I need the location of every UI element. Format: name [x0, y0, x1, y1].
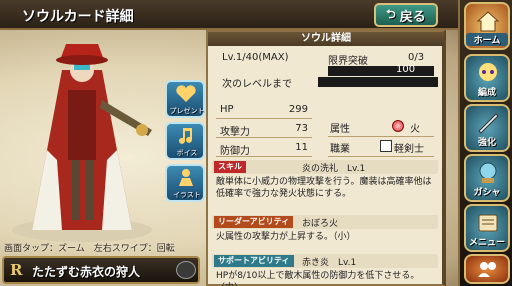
soul-detail-panel: ソウル詳細 Lv.1/40(MAX) 限界突破 0/3 100 次のレベルまで … — [206, 30, 446, 286]
nav-menu[interactable]: メニュー — [464, 204, 510, 252]
card-name-bar: R たたずむ赤衣の狩人 — [2, 256, 200, 284]
character-face-icon — [479, 63, 497, 81]
support-header: サポートアビリティ 赤き炎 Lv.1 — [212, 254, 438, 268]
defense-value: 11 — [295, 142, 308, 153]
top-bar: ソウルカード詳細 ⮌ 戻る — [0, 0, 460, 30]
exp-bar — [318, 77, 438, 87]
support-tag: サポートアビリティ — [214, 255, 294, 267]
defense-label: 防御力 — [220, 146, 250, 157]
voice-button[interactable]: ボイス — [165, 122, 205, 160]
nav-enhance-label: 強化 — [477, 138, 496, 148]
attack-value: 73 — [295, 123, 308, 134]
defense-row: 防御力 11 — [216, 140, 312, 157]
music-note-icon — [179, 128, 192, 144]
limit-break-number: 100 — [396, 64, 416, 75]
skill-tag: スキル — [214, 161, 246, 173]
present-label: プレゼント — [169, 107, 205, 115]
support-ability-section: サポートアビリティ 赤き炎 Lv.1 HPが8/10以上で敵木属性の防御力を低下… — [212, 254, 438, 286]
attack-row: 攻撃力 73 — [216, 121, 312, 138]
skill-section: スキル 炎の洗礼 Lv.1 敵単体に小威力の物理攻撃を行う。魔装は高確率他は低確… — [212, 160, 438, 214]
lock-icon[interactable] — [176, 261, 196, 279]
divider — [216, 137, 312, 138]
nav-gacha-label: ガシャ — [473, 188, 501, 198]
soul-card-detail-screen: ソウルカード詳細 ⮌ 戻る 画面タップ：ズーム 左右スワイプ：回転 R たたずむ… — [0, 0, 512, 286]
character-illustration[interactable] — [2, 30, 162, 242]
nav-menu-label: メニュー — [468, 238, 505, 248]
fire-attribute-icon — [392, 120, 404, 132]
card-name: たたずむ赤衣の狩人 — [32, 265, 141, 279]
job-value: 軽剣士 — [394, 144, 424, 155]
skill-name: 炎の洗礼 Lv.1 — [302, 164, 366, 174]
right-nav: ホーム 編成 強化 ガシャ メニュー — [458, 0, 512, 286]
crystal-ball-icon — [479, 162, 497, 183]
attack-label: 攻撃力 — [220, 127, 250, 138]
attribute-label: 属性 — [330, 124, 350, 135]
divider — [328, 136, 434, 137]
nav-gacha[interactable]: ガシャ — [464, 154, 510, 202]
next-level-label: 次のレベルまで — [222, 79, 292, 90]
leader-header: リーダーアビリティ おぼろ火 — [212, 215, 438, 229]
support-description: HPが8/10以上で敵木属性の防御力を低下させる。（中） — [216, 271, 420, 286]
stats-block: Lv.1/40(MAX) 限界突破 0/3 100 次のレベルまで HP 299… — [212, 48, 438, 172]
leader-ability-section: リーダーアビリティ おぼろ火 火属性の攻撃力が上昇する。（小） — [212, 215, 438, 253]
hp-row: HP 299 — [216, 102, 312, 118]
skill-header: スキル 炎の洗礼 Lv.1 — [212, 160, 438, 174]
hp-value: 299 — [288, 104, 308, 115]
illustration-button[interactable]: イラスト — [165, 164, 205, 202]
friends-icon — [478, 262, 496, 277]
back-label: 戻る — [399, 9, 426, 25]
nav-home-label: ホーム — [466, 33, 508, 46]
divider — [216, 156, 312, 157]
house-icon — [476, 11, 500, 32]
divider — [328, 156, 434, 157]
illustration-label: イラスト — [173, 191, 201, 199]
figure-icon — [179, 169, 193, 186]
job-label: 職業 — [330, 144, 350, 155]
attribute-value: 火 — [410, 124, 420, 135]
page-title: ソウルカード詳細 — [22, 9, 134, 25]
nav-team-label: 編成 — [477, 88, 496, 98]
leader-description: 火属性の攻撃力が上昇する。（小） — [216, 232, 356, 242]
nav-enhance[interactable]: 強化 — [464, 104, 510, 152]
sword-icon — [380, 140, 392, 152]
present-button[interactable]: プレゼント — [165, 80, 205, 118]
support-name: 赤き炎 Lv.1 — [302, 258, 357, 268]
back-button[interactable]: ⮌ 戻る — [374, 3, 438, 27]
sword-icon — [478, 113, 499, 134]
gesture-hint: 画面タップ：ズーム 左右スワイプ：回転 — [4, 244, 175, 254]
leader-tag: リーダーアビリティ — [214, 216, 294, 228]
voice-label: ボイス — [176, 149, 198, 157]
heart-icon — [176, 85, 196, 102]
skill-description: 敵単体に小威力の物理攻撃を行う。魔装は高確率他は低確率で強力な発火状態にする。 — [216, 177, 432, 199]
divider — [216, 118, 312, 119]
nav-team[interactable]: 編成 — [464, 54, 510, 102]
leader-name: おぼろ火 — [302, 219, 339, 229]
hp-label: HP — [220, 104, 234, 115]
rarity-badge: R — [10, 261, 23, 279]
scroll-icon — [478, 214, 498, 232]
level-text: Lv.1/40(MAX) — [222, 52, 289, 63]
nav-friends[interactable] — [464, 254, 510, 284]
back-arrow-icon: ⮌ — [386, 6, 396, 21]
limit-break-bar — [328, 66, 434, 76]
nav-home[interactable]: ホーム — [464, 2, 510, 50]
panel-title: ソウル詳細 — [208, 32, 444, 46]
limit-break-value: 0/3 — [408, 52, 425, 63]
limit-break-label: 限界突破 — [328, 56, 368, 67]
